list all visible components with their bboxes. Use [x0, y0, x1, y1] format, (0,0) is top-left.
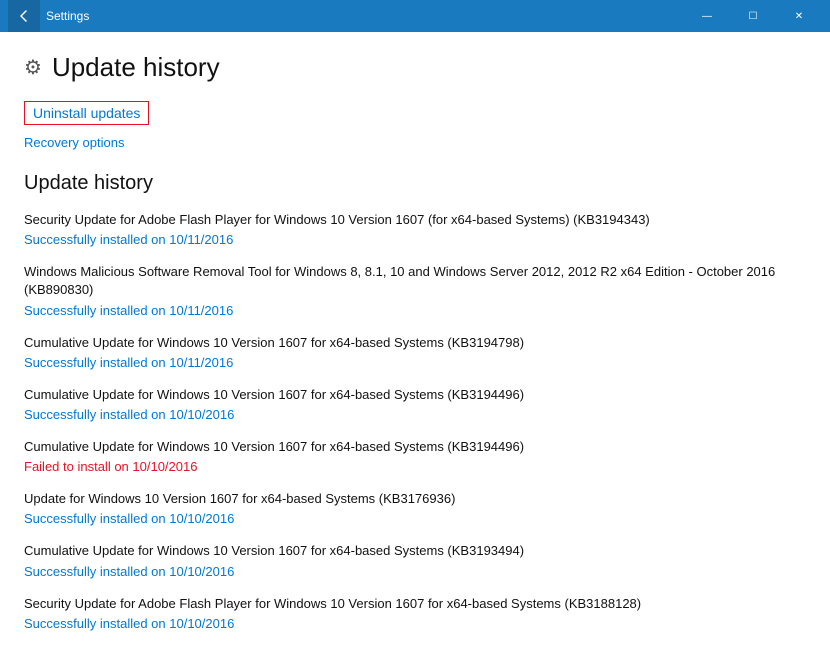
update-status[interactable]: Failed to install on 10/10/2016	[24, 459, 802, 474]
update-item: Windows Malicious Software Removal Tool …	[24, 263, 802, 317]
update-item: Cumulative Update for Windows 10 Version…	[24, 334, 802, 370]
update-item: Update for Windows 10 Version 1607 for x…	[24, 490, 802, 526]
update-status[interactable]: Successfully installed on 10/11/2016	[24, 303, 802, 318]
update-name: Cumulative Update for Windows 10 Version…	[24, 386, 802, 404]
page-title: Update history	[52, 52, 220, 83]
recovery-options-link[interactable]: Recovery options	[24, 135, 802, 150]
content-area: ⚙ Update history Uninstall updates Recov…	[0, 32, 830, 648]
minimize-button[interactable]: —	[684, 0, 730, 32]
update-item: Cumulative Update for Windows 10 Version…	[24, 386, 802, 422]
update-item: Cumulative Update for Windows 10 Version…	[24, 542, 802, 578]
update-status[interactable]: Successfully installed on 10/11/2016	[24, 355, 802, 370]
update-name: Update for Windows 10 Version 1607 for x…	[24, 490, 802, 508]
update-status[interactable]: Successfully installed on 10/11/2016	[24, 232, 802, 247]
update-item: Security Update for Adobe Flash Player f…	[24, 211, 802, 247]
close-button[interactable]: ✕	[776, 0, 822, 32]
uninstall-updates-link[interactable]: Uninstall updates	[24, 101, 149, 125]
window-controls: — ☐ ✕	[684, 0, 822, 32]
update-name: Security Update for Adobe Flash Player f…	[24, 595, 802, 613]
titlebar-title: Settings	[46, 9, 684, 23]
section-heading: Update history	[24, 172, 802, 195]
update-name: Security Update for Adobe Flash Player f…	[24, 211, 802, 229]
page-header: ⚙ Update history	[24, 52, 802, 83]
back-button[interactable]	[8, 0, 40, 32]
links-section: Uninstall updates Recovery options	[24, 101, 802, 150]
update-name: Cumulative Update for Windows 10 Version…	[24, 334, 802, 352]
titlebar: Settings — ☐ ✕	[0, 0, 830, 32]
update-item: Cumulative Update for Windows 10 Version…	[24, 438, 802, 474]
main-layout: ⚙ Update history Uninstall updates Recov…	[0, 32, 830, 648]
update-status[interactable]: Successfully installed on 10/10/2016	[24, 407, 802, 422]
update-list: Security Update for Adobe Flash Player f…	[24, 211, 802, 631]
update-name: Windows Malicious Software Removal Tool …	[24, 263, 802, 299]
update-name: Cumulative Update for Windows 10 Version…	[24, 542, 802, 560]
update-item: Security Update for Adobe Flash Player f…	[24, 595, 802, 631]
update-name: Cumulative Update for Windows 10 Version…	[24, 438, 802, 456]
update-status[interactable]: Successfully installed on 10/10/2016	[24, 511, 802, 526]
gear-icon: ⚙	[24, 55, 42, 80]
maximize-button[interactable]: ☐	[730, 0, 776, 32]
update-status[interactable]: Successfully installed on 10/10/2016	[24, 616, 802, 631]
update-status[interactable]: Successfully installed on 10/10/2016	[24, 564, 802, 579]
